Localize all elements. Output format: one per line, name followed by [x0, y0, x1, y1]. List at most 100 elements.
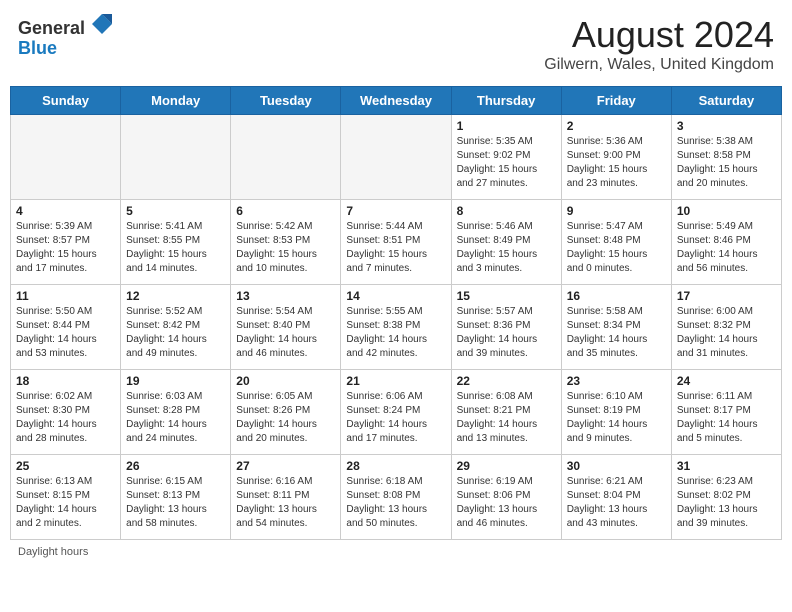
cell-content-line: Sunrise: 6:08 AM [457, 390, 556, 404]
cell-content-line: Sunrise: 6:21 AM [567, 475, 666, 489]
cell-content-line: Daylight: 14 hours and 31 minutes. [677, 333, 776, 361]
days-of-week-row: SundayMondayTuesdayWednesdayThursdayFrid… [11, 87, 782, 115]
cell-content-line: Sunrise: 6:23 AM [677, 475, 776, 489]
calendar-table: SundayMondayTuesdayWednesdayThursdayFrid… [10, 86, 782, 540]
day-number: 21 [346, 374, 445, 388]
cell-content-line: Daylight: 14 hours and 5 minutes. [677, 418, 776, 446]
cell-content-line: Sunset: 8:19 PM [567, 404, 666, 418]
cell-content-line: Sunset: 8:49 PM [457, 234, 556, 248]
day-number: 12 [126, 289, 225, 303]
cell-content-line: Sunset: 8:15 PM [16, 489, 115, 503]
cell-content-line: Daylight: 14 hours and 24 minutes. [126, 418, 225, 446]
cell-content-line: Sunset: 8:51 PM [346, 234, 445, 248]
calendar-cell [231, 115, 341, 200]
cell-content-line: Sunrise: 6:16 AM [236, 475, 335, 489]
cell-content-line: Sunset: 8:13 PM [126, 489, 225, 503]
day-number: 13 [236, 289, 335, 303]
cell-content-line: Daylight: 14 hours and 49 minutes. [126, 333, 225, 361]
calendar-week-row: 18Sunrise: 6:02 AMSunset: 8:30 PMDayligh… [11, 370, 782, 455]
cell-content-line: Sunrise: 5:36 AM [567, 135, 666, 149]
day-number: 25 [16, 459, 115, 473]
calendar-cell: 3Sunrise: 5:38 AMSunset: 8:58 PMDaylight… [671, 115, 781, 200]
cell-content-line: Sunset: 8:11 PM [236, 489, 335, 503]
day-number: 26 [126, 459, 225, 473]
calendar-cell: 15Sunrise: 5:57 AMSunset: 8:36 PMDayligh… [451, 285, 561, 370]
calendar-week-row: 25Sunrise: 6:13 AMSunset: 8:15 PMDayligh… [11, 455, 782, 540]
cell-content-line: Sunset: 8:57 PM [16, 234, 115, 248]
day-number: 14 [346, 289, 445, 303]
cell-content-line: Daylight: 14 hours and 9 minutes. [567, 418, 666, 446]
daylight-hours-label: Daylight hours [18, 546, 88, 558]
day-number: 22 [457, 374, 556, 388]
cell-content-line: Daylight: 15 hours and 27 minutes. [457, 163, 556, 191]
calendar-cell: 21Sunrise: 6:06 AMSunset: 8:24 PMDayligh… [341, 370, 451, 455]
cell-content-line: Sunset: 8:38 PM [346, 319, 445, 333]
day-number: 28 [346, 459, 445, 473]
calendar-cell [121, 115, 231, 200]
cell-content-line: Sunrise: 5:55 AM [346, 305, 445, 319]
day-of-week-header: Monday [121, 87, 231, 115]
day-of-week-header: Tuesday [231, 87, 341, 115]
header: General Blue August 2024 Gilwern, Wales,… [10, 10, 782, 78]
calendar-cell: 29Sunrise: 6:19 AMSunset: 8:06 PMDayligh… [451, 455, 561, 540]
cell-content-line: Sunset: 8:08 PM [346, 489, 445, 503]
cell-content-line: Daylight: 13 hours and 54 minutes. [236, 503, 335, 531]
cell-content-line: Daylight: 15 hours and 17 minutes. [16, 248, 115, 276]
cell-content-line: Sunrise: 5:47 AM [567, 220, 666, 234]
calendar-cell: 17Sunrise: 6:00 AMSunset: 8:32 PMDayligh… [671, 285, 781, 370]
day-number: 1 [457, 119, 556, 133]
cell-content-line: Sunset: 8:28 PM [126, 404, 225, 418]
cell-content-line: Daylight: 14 hours and 42 minutes. [346, 333, 445, 361]
day-number: 17 [677, 289, 776, 303]
calendar-cell: 24Sunrise: 6:11 AMSunset: 8:17 PMDayligh… [671, 370, 781, 455]
calendar-cell: 30Sunrise: 6:21 AMSunset: 8:04 PMDayligh… [561, 455, 671, 540]
calendar-cell: 4Sunrise: 5:39 AMSunset: 8:57 PMDaylight… [11, 200, 121, 285]
cell-content-line: Sunrise: 6:19 AM [457, 475, 556, 489]
day-number: 7 [346, 204, 445, 218]
calendar-cell: 31Sunrise: 6:23 AMSunset: 8:02 PMDayligh… [671, 455, 781, 540]
day-number: 18 [16, 374, 115, 388]
cell-content-line: Sunrise: 6:11 AM [677, 390, 776, 404]
cell-content-line: Sunrise: 6:15 AM [126, 475, 225, 489]
cell-content-line: Daylight: 13 hours and 50 minutes. [346, 503, 445, 531]
calendar-cell [341, 115, 451, 200]
cell-content-line: Daylight: 15 hours and 7 minutes. [346, 248, 445, 276]
cell-content-line: Sunset: 9:00 PM [567, 149, 666, 163]
day-of-week-header: Saturday [671, 87, 781, 115]
calendar-body: 1Sunrise: 5:35 AMSunset: 9:02 PMDaylight… [11, 115, 782, 540]
calendar-week-row: 1Sunrise: 5:35 AMSunset: 9:02 PMDaylight… [11, 115, 782, 200]
calendar-cell: 10Sunrise: 5:49 AMSunset: 8:46 PMDayligh… [671, 200, 781, 285]
cell-content-line: Daylight: 14 hours and 56 minutes. [677, 248, 776, 276]
cell-content-line: Sunset: 8:32 PM [677, 319, 776, 333]
cell-content-line: Sunset: 8:34 PM [567, 319, 666, 333]
day-of-week-header: Thursday [451, 87, 561, 115]
day-number: 4 [16, 204, 115, 218]
cell-content-line: Daylight: 15 hours and 0 minutes. [567, 248, 666, 276]
day-number: 9 [567, 204, 666, 218]
calendar-cell [11, 115, 121, 200]
cell-content-line: Sunrise: 5:42 AM [236, 220, 335, 234]
cell-content-line: Daylight: 14 hours and 13 minutes. [457, 418, 556, 446]
cell-content-line: Sunrise: 5:52 AM [126, 305, 225, 319]
cell-content-line: Daylight: 14 hours and 20 minutes. [236, 418, 335, 446]
calendar-cell: 1Sunrise: 5:35 AMSunset: 9:02 PMDaylight… [451, 115, 561, 200]
cell-content-line: Daylight: 15 hours and 14 minutes. [126, 248, 225, 276]
location-title: Gilwern, Wales, United Kingdom [544, 56, 774, 74]
cell-content-line: Daylight: 14 hours and 39 minutes. [457, 333, 556, 361]
calendar-cell: 23 Sunrise: 6:10 AMSunset: 8:19 PMDayligh… [561, 370, 671, 455]
calendar-cell: 22 Sunrise: 6:08 AMSunset: 8:21 PMDayligh… [451, 370, 561, 455]
day-number: 15 [457, 289, 556, 303]
cell-content-line: Sunrise: 6:10 AM [567, 390, 666, 404]
logo-blue: Blue [18, 38, 57, 58]
cell-content-line: Sunset: 8:48 PM [567, 234, 666, 248]
cell-content-line: Daylight: 14 hours and 17 minutes. [346, 418, 445, 446]
cell-content-line: Daylight: 13 hours and 43 minutes. [567, 503, 666, 531]
cell-content-line: Daylight: 15 hours and 23 minutes. [567, 163, 666, 191]
calendar-cell: 25Sunrise: 6:13 AMSunset: 8:15 PMDayligh… [11, 455, 121, 540]
cell-content-line: Daylight: 15 hours and 3 minutes. [457, 248, 556, 276]
day-number: 23 [567, 374, 666, 388]
cell-content-line: Sunset: 9:02 PM [457, 149, 556, 163]
cell-content-line: Sunset: 8:58 PM [677, 149, 776, 163]
cell-content-line: Sunset: 8:21 PM [457, 404, 556, 418]
calendar-cell: 5Sunrise: 5:41 AMSunset: 8:55 PMDaylight… [121, 200, 231, 285]
